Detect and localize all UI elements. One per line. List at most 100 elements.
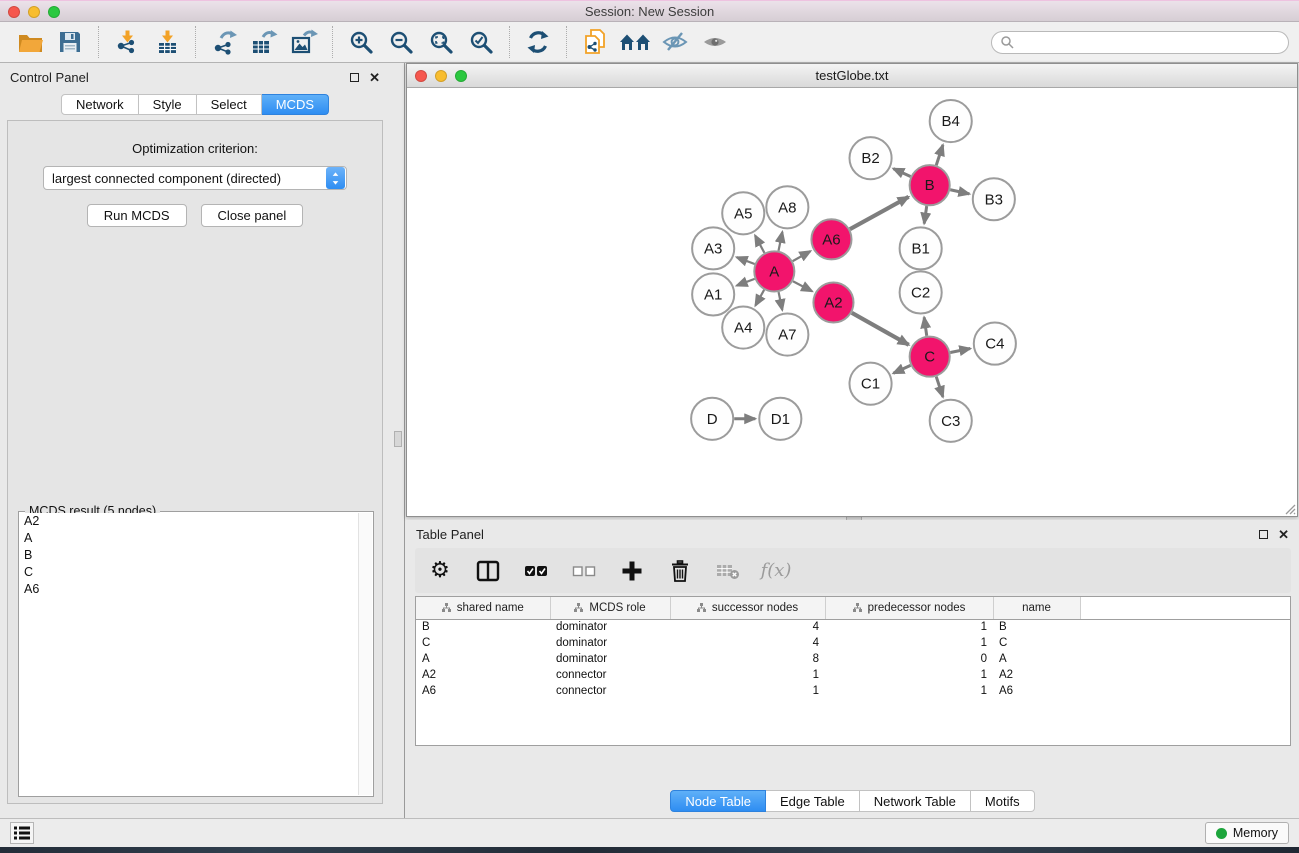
graph-edge-B-B1[interactable] — [924, 206, 927, 224]
graph-node-A4[interactable]: A4 — [722, 307, 764, 349]
splitter-grip[interactable] — [394, 431, 402, 447]
search-field[interactable] — [991, 31, 1289, 54]
column-header-predecessor-nodes[interactable]: predecessor nodes — [825, 597, 993, 619]
graph-edge-A-A1[interactable] — [737, 279, 755, 286]
hide-graphics-icon[interactable] — [658, 25, 692, 59]
close-panel-button[interactable]: Close panel — [201, 204, 304, 227]
save-session-icon[interactable] — [53, 25, 87, 59]
graph-node-A5[interactable]: A5 — [722, 192, 764, 234]
function-builder-icon[interactable]: f(x) — [763, 558, 789, 584]
graph-node-C[interactable]: C — [910, 337, 950, 377]
duplicate-network-icon[interactable] — [578, 25, 612, 59]
table-cell[interactable]: A2 — [993, 667, 1080, 683]
show-task-history-button[interactable] — [10, 822, 34, 844]
graph-edge-A-A5[interactable] — [755, 235, 764, 252]
table-cell[interactable]: C — [993, 635, 1080, 651]
tab-network-table[interactable]: Network Table — [860, 790, 971, 812]
graph-edge-A-A6[interactable] — [793, 251, 811, 261]
import-network-icon[interactable] — [110, 25, 144, 59]
graph-edge-B-B2[interactable] — [893, 169, 910, 177]
result-list-item[interactable]: A6 — [20, 581, 358, 598]
graph-node-B3[interactable]: B3 — [973, 178, 1015, 220]
table-row[interactable]: Adominator80A — [416, 651, 1290, 667]
zoom-selected-icon[interactable] — [464, 25, 498, 59]
select-all-icon[interactable] — [523, 558, 549, 584]
graph-node-C1[interactable]: C1 — [849, 363, 891, 405]
graph-node-A7[interactable]: A7 — [766, 314, 808, 356]
zoom-out-icon[interactable] — [384, 25, 418, 59]
tab-node-table[interactable]: Node Table — [670, 790, 766, 812]
graph-node-B[interactable]: B — [910, 165, 950, 205]
import-table-icon[interactable] — [150, 25, 184, 59]
close-network-button[interactable] — [415, 70, 427, 82]
search-input[interactable] — [1014, 35, 1280, 49]
tab-network[interactable]: Network — [61, 94, 139, 115]
tab-style[interactable]: Style — [139, 94, 197, 115]
graph-edge-A-A3[interactable] — [737, 257, 755, 264]
tab-motifs[interactable]: Motifs — [971, 790, 1035, 812]
zoom-window-button[interactable] — [48, 6, 60, 18]
table-cell[interactable]: 1 — [825, 683, 993, 699]
result-list-scrollbar[interactable] — [358, 513, 372, 795]
export-network-icon[interactable] — [207, 25, 241, 59]
minimize-network-button[interactable] — [435, 70, 447, 82]
table-cell[interactable]: B — [993, 619, 1080, 635]
column-header-mcds-role[interactable]: MCDS role — [550, 597, 670, 619]
zoom-fit-icon[interactable] — [424, 25, 458, 59]
apply-layout-icon[interactable] — [521, 25, 555, 59]
table-cell[interactable]: 1 — [670, 667, 825, 683]
mcds-result-list[interactable]: A2ABCA6 — [20, 513, 358, 795]
table-cell[interactable]: A2 — [416, 667, 550, 683]
graph-edge-C-C2[interactable] — [924, 317, 927, 335]
table-cell[interactable]: 8 — [670, 651, 825, 667]
graph-node-A2[interactable]: A2 — [813, 282, 853, 322]
open-file-icon[interactable] — [13, 25, 47, 59]
show-column-icon[interactable] — [475, 558, 501, 584]
table-cell[interactable]: connector — [550, 683, 670, 699]
graph-node-D1[interactable]: D1 — [759, 398, 801, 440]
graph-edge-C-C3[interactable] — [936, 377, 943, 397]
graph-node-D[interactable]: D — [691, 398, 733, 440]
graph-edge-B-B4[interactable] — [936, 145, 943, 165]
memory-button[interactable]: Memory — [1205, 822, 1289, 844]
table-cell[interactable]: dominator — [550, 635, 670, 651]
table-cell[interactable]: B — [416, 619, 550, 635]
zoom-in-icon[interactable] — [344, 25, 378, 59]
graph-node-A8[interactable]: A8 — [766, 186, 808, 228]
graph-edge-A-A2[interactable] — [793, 281, 812, 291]
show-graphics-icon[interactable] — [698, 25, 732, 59]
close-window-button[interactable] — [8, 6, 20, 18]
result-list-item[interactable]: A — [20, 530, 358, 547]
table-cell[interactable]: 4 — [670, 619, 825, 635]
table-cell[interactable]: A — [416, 651, 550, 667]
settings-gear-icon[interactable]: ⚙ — [427, 558, 453, 584]
table-cell[interactable]: 1 — [825, 619, 993, 635]
export-table-icon[interactable] — [247, 25, 281, 59]
first-neighbors-icon[interactable] — [618, 25, 652, 59]
table-cell[interactable]: A6 — [416, 683, 550, 699]
column-header-shared-name[interactable]: shared name — [416, 597, 550, 619]
tab-select[interactable]: Select — [197, 94, 262, 115]
table-cell[interactable]: C — [416, 635, 550, 651]
graph-edge-A-A8[interactable] — [779, 232, 783, 251]
table-row[interactable]: Cdominator41C — [416, 635, 1290, 651]
delete-column-icon[interactable] — [667, 558, 693, 584]
tab-edge-table[interactable]: Edge Table — [766, 790, 860, 812]
delete-table-icon[interactable] — [715, 558, 741, 584]
table-cell[interactable]: 0 — [825, 651, 993, 667]
add-column-icon[interactable] — [619, 558, 645, 584]
graph-edge-A-A7[interactable] — [779, 292, 783, 310]
graph-node-A3[interactable]: A3 — [692, 227, 734, 269]
graph-node-A1[interactable]: A1 — [692, 273, 734, 315]
deselect-all-icon[interactable] — [571, 558, 597, 584]
graph-edge-B-B3[interactable] — [950, 190, 969, 194]
column-header-name[interactable]: name — [993, 597, 1080, 619]
graph-node-B1[interactable]: B1 — [900, 227, 942, 269]
table-cell[interactable]: 1 — [825, 667, 993, 683]
table-cell[interactable]: dominator — [550, 619, 670, 635]
export-image-icon[interactable] — [287, 25, 321, 59]
column-header-successor-nodes[interactable]: successor nodes — [670, 597, 825, 619]
graph-node-C3[interactable]: C3 — [930, 400, 972, 442]
network-canvas[interactable]: B4B2BB3A8A5A6A3B1AC2A1A2A4A7C4CC1DD1C3 — [407, 88, 1297, 516]
graph-node-A6[interactable]: A6 — [811, 219, 851, 259]
